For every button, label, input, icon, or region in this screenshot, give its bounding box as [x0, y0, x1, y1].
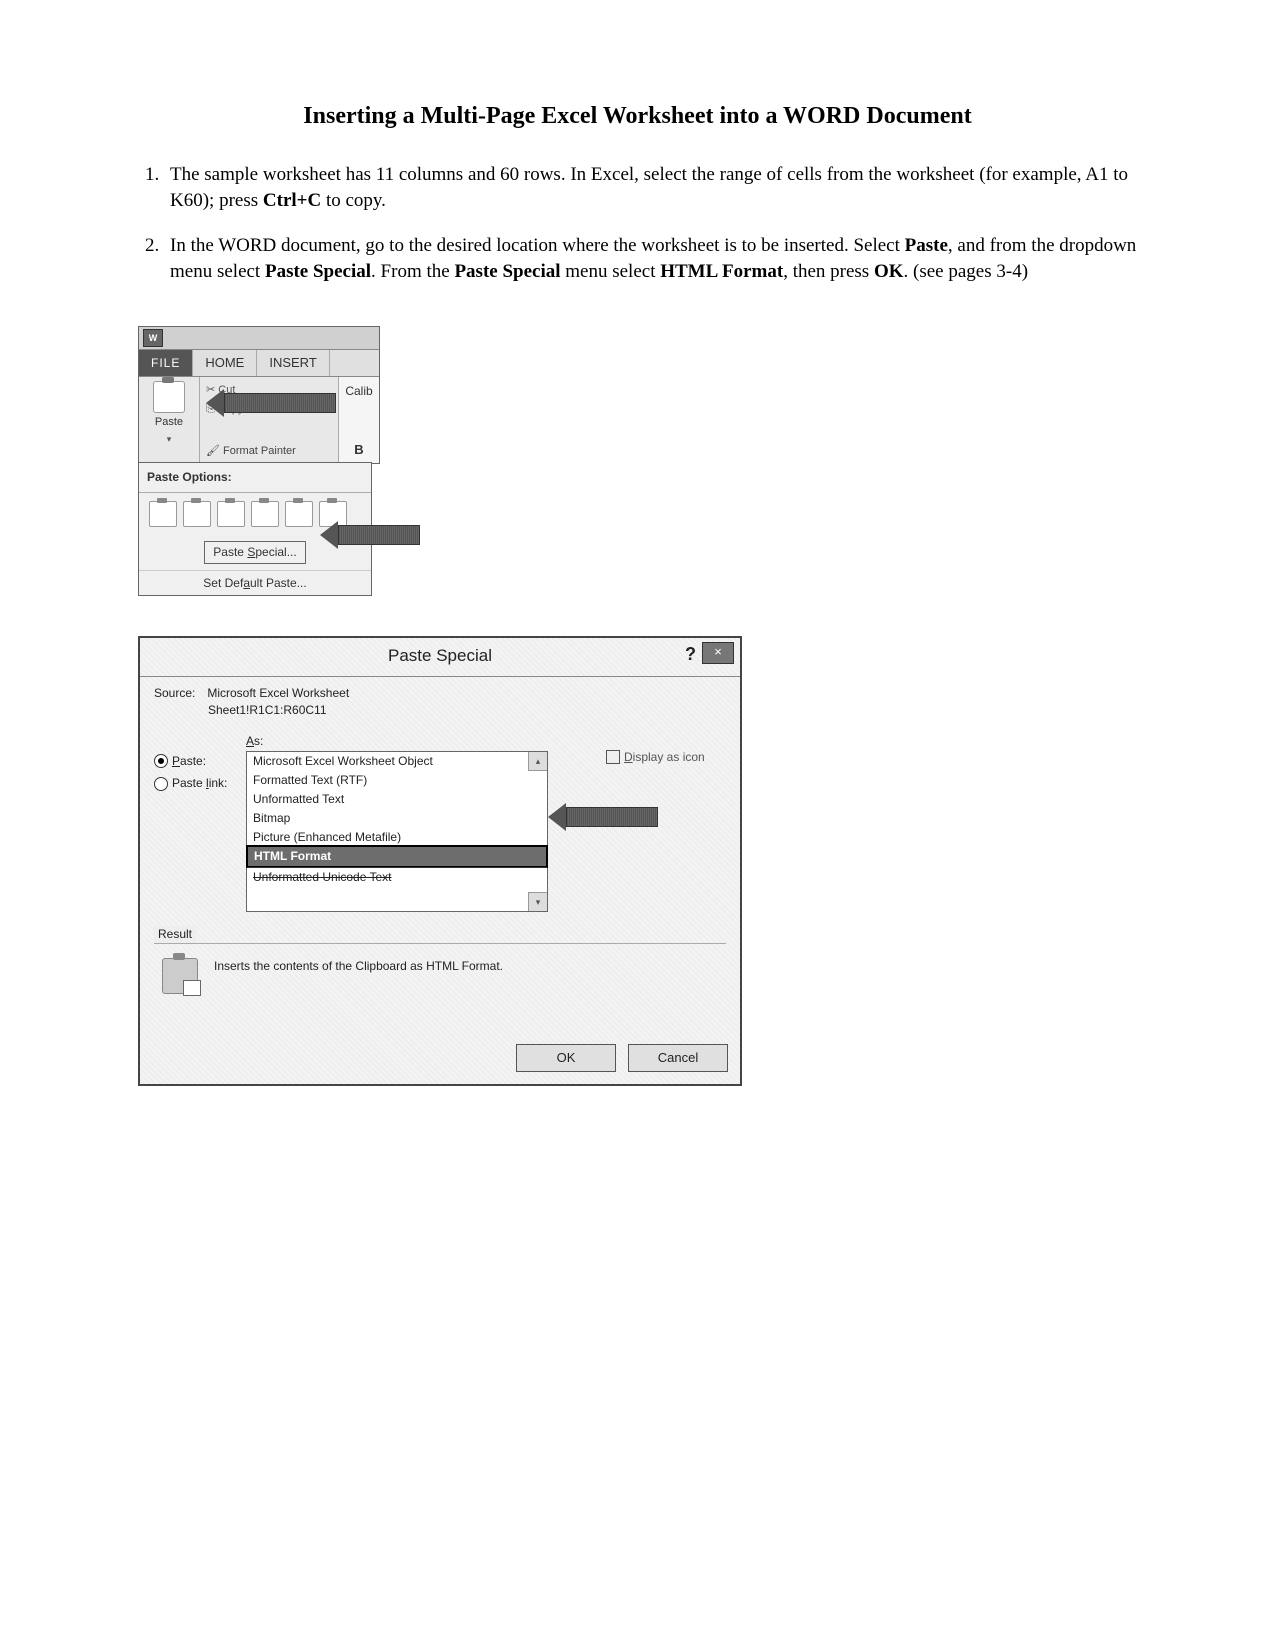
step-1: The sample worksheet has 11 columns and … — [164, 162, 1145, 215]
list-item[interactable]: Unformatted Unicode Text — [247, 867, 547, 887]
result-text: Inserts the contents of the Clipboard as… — [214, 958, 503, 975]
tab-insert[interactable]: INSERT — [257, 350, 329, 376]
set-default-paste-menuitem[interactable]: Set Default Paste... — [139, 570, 371, 596]
close-button[interactable]: × — [702, 642, 734, 664]
list-item[interactable]: Microsoft Excel Worksheet Object — [247, 752, 547, 771]
callout-arrow-icon — [206, 392, 336, 414]
steps-list: The sample worksheet has 11 columns and … — [130, 162, 1145, 286]
format-painter-button[interactable]: 🖌 Format Painter — [206, 444, 296, 459]
paste-label: Paste — [139, 415, 199, 430]
radio-paste-link[interactable]: Paste link: — [154, 775, 238, 792]
paste-option-icon[interactable] — [285, 501, 313, 527]
callout-arrow-icon — [320, 524, 420, 546]
step-2: In the WORD document, go to the desired … — [164, 233, 1145, 286]
ribbon-screenshot: W FILE HOME INSERT Paste ▾ ✂ Cut ⎘ Copy … — [138, 326, 418, 596]
list-item[interactable]: Unformatted Text — [247, 790, 547, 809]
list-item[interactable]: Formatted Text (RTF) — [247, 771, 547, 790]
list-item[interactable]: Bitmap — [247, 809, 547, 828]
paste-option-icon[interactable] — [149, 501, 177, 527]
page-title: Inserting a Multi-Page Excel Worksheet i… — [130, 100, 1145, 134]
radio-icon — [154, 754, 168, 768]
paste-option-icon[interactable] — [251, 501, 279, 527]
font-name-field[interactable]: Calib — [339, 377, 379, 400]
display-as-icon-label: Display as icon — [624, 750, 705, 764]
paste-option-icon[interactable] — [183, 501, 211, 527]
paste-button[interactable]: Paste ▾ — [139, 377, 200, 463]
scroll-up-icon[interactable]: ▴ — [528, 752, 547, 771]
tab-file[interactable]: FILE — [139, 350, 193, 376]
paste-special-dialog-screenshot: Paste Special ? × Source: Microsoft Exce… — [138, 636, 748, 1086]
paste-options-header: Paste Options: — [139, 463, 371, 493]
bold-button[interactable]: B — [339, 441, 379, 459]
source-info: Source: Microsoft Excel Worksheet Sheet1… — [154, 685, 726, 719]
clipboard-result-icon — [162, 958, 198, 994]
checkbox-icon[interactable] — [606, 750, 620, 764]
list-item[interactable]: Picture (Enhanced Metafile) — [247, 828, 547, 847]
tab-home[interactable]: HOME — [193, 350, 257, 376]
as-listbox[interactable]: ▴ Microsoft Excel Worksheet Object Forma… — [246, 751, 548, 912]
paste-special-menuitem[interactable]: Paste Special... — [204, 541, 305, 564]
radio-paste[interactable]: Paste: — [154, 753, 238, 770]
chevron-down-icon: ▾ — [167, 434, 172, 444]
ok-button[interactable]: OK — [516, 1044, 616, 1072]
quick-access-toolbar: W — [139, 327, 379, 350]
clipboard-icon — [153, 381, 185, 413]
word-logo-icon: W — [143, 329, 163, 347]
scroll-down-icon[interactable]: ▾ — [528, 892, 547, 911]
paste-special-dialog: Paste Special ? × Source: Microsoft Exce… — [138, 636, 742, 1086]
result-label: Result — [154, 926, 196, 943]
help-button[interactable]: ? — [685, 642, 696, 667]
font-group: Calib B — [338, 377, 379, 463]
callout-arrow-icon — [548, 806, 658, 828]
radio-icon — [154, 777, 168, 791]
paste-option-icon[interactable] — [217, 501, 245, 527]
cancel-button[interactable]: Cancel — [628, 1044, 728, 1072]
dialog-title: Paste Special — [388, 646, 492, 665]
list-item-selected[interactable]: HTML Format — [246, 845, 548, 868]
